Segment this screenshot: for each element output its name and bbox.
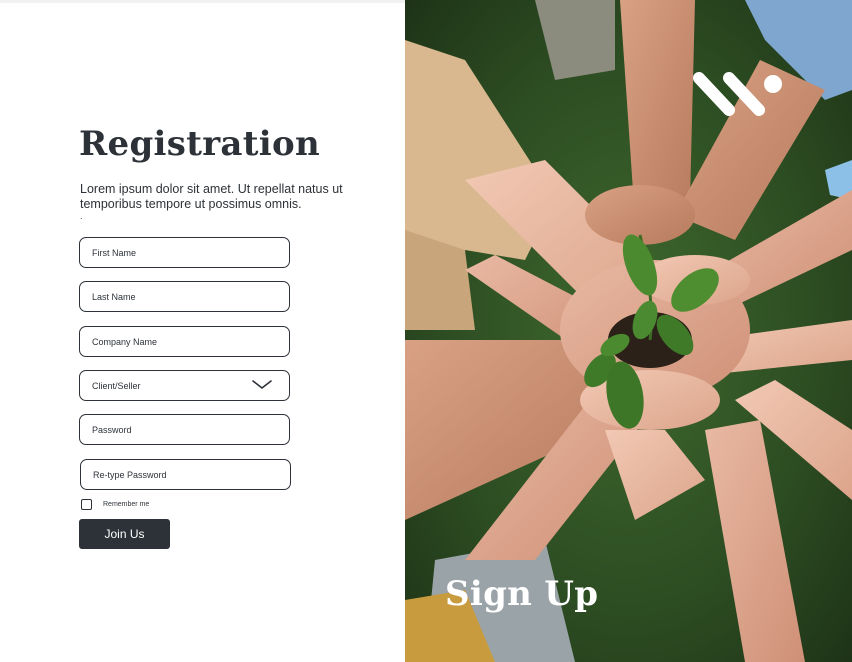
password-field[interactable]: Password — [79, 414, 290, 445]
company-name-field[interactable]: Company Name — [79, 326, 290, 357]
form-description: Lorem ipsum dolor sit amet. Ut repellat … — [80, 182, 343, 211]
top-divider — [0, 0, 405, 3]
sign-up-heading: Sign Up — [445, 574, 599, 614]
w-logo-icon — [693, 72, 782, 116]
registration-panel: Registration Lorem ipsum dolor sit amet.… — [0, 0, 405, 662]
role-select[interactable]: Client/Seller — [79, 370, 290, 401]
password-placeholder: Password — [92, 424, 132, 435]
role-select-value: Client/Seller — [92, 380, 141, 391]
remember-me-row[interactable]: Remember me — [81, 499, 149, 510]
join-us-button[interactable]: Join Us — [79, 519, 170, 549]
description-dot: . — [80, 211, 83, 221]
company-name-placeholder: Company Name — [92, 336, 158, 347]
last-name-placeholder: Last Name — [92, 291, 136, 302]
page-title: Registration — [79, 124, 320, 164]
first-name-field[interactable]: First Name — [79, 237, 290, 268]
remember-me-checkbox[interactable] — [81, 499, 92, 510]
join-us-label: Join Us — [104, 527, 145, 541]
retype-password-field[interactable]: Re-type Password — [80, 459, 291, 490]
last-name-field[interactable]: Last Name — [79, 281, 290, 312]
remember-me-label: Remember me — [103, 501, 150, 508]
chevron-down-icon[interactable] — [251, 379, 273, 391]
first-name-placeholder: First Name — [92, 247, 137, 258]
retype-password-placeholder: Re-type Password — [93, 469, 167, 480]
